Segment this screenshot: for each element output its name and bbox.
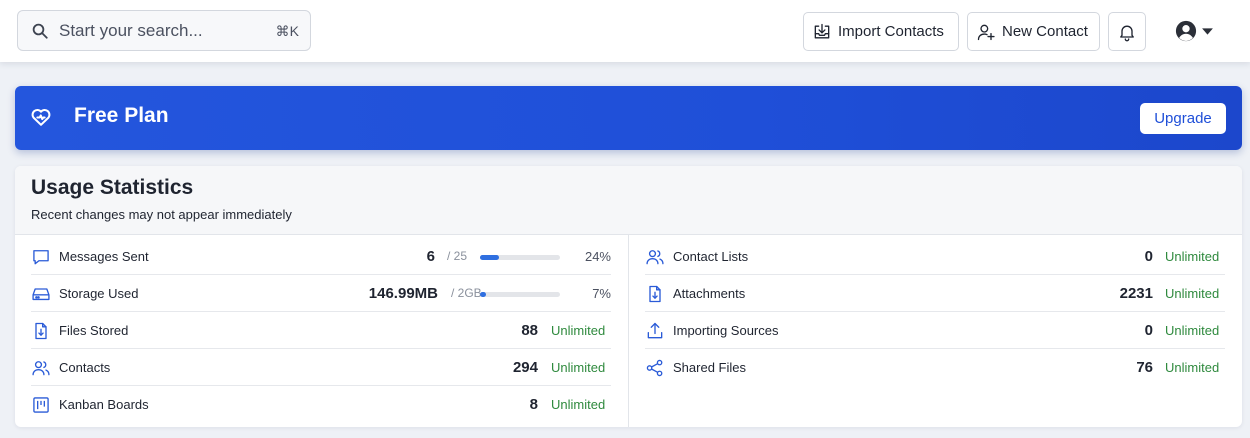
plan-banner: Free Plan Upgrade xyxy=(15,86,1242,150)
usage-max: / 25 xyxy=(447,249,468,263)
users-icon xyxy=(646,250,664,265)
usage-value: 88 xyxy=(521,322,538,339)
search-shortcut: ⌘K xyxy=(275,23,299,39)
usage-limit: Unlimited xyxy=(1165,323,1220,338)
card-title: Usage Statistics xyxy=(31,176,194,199)
usage-label: Shared Files xyxy=(673,360,746,375)
column-divider xyxy=(628,235,629,427)
usage-label: Kanban Boards xyxy=(59,397,149,412)
usage-row-messages-sent: Messages Sent 6 / 25 24% xyxy=(31,238,611,275)
search-placeholder: Start your search... xyxy=(59,21,203,40)
usage-row-files-stored: Files Stored 88 Unlimited xyxy=(31,312,611,349)
usage-percent: 7% xyxy=(592,286,611,301)
plan-title: Free Plan xyxy=(74,104,169,127)
usage-row-importing-sources: Importing Sources 0 Unlimited xyxy=(645,312,1225,349)
usage-progress-bar xyxy=(480,255,560,260)
usage-label: Contact Lists xyxy=(673,249,749,264)
add-user-icon xyxy=(976,22,996,42)
bell-icon xyxy=(1117,22,1137,42)
usage-limit: Unlimited xyxy=(1165,249,1220,264)
message-icon xyxy=(33,250,49,265)
search-icon xyxy=(32,23,48,39)
heart-icon xyxy=(31,109,51,126)
top-bar: Start your search... ⌘K Import Contacts … xyxy=(0,0,1250,62)
usage-left-column: Messages Sent 6 / 25 24% Storage Used 14… xyxy=(31,238,611,423)
new-contact-button[interactable]: New Contact xyxy=(967,12,1100,51)
usage-value: 0 xyxy=(1144,322,1153,339)
usage-progress-bar xyxy=(480,292,560,297)
usage-row-shared-files: Shared Files 76 Unlimited xyxy=(645,349,1225,386)
upgrade-button[interactable]: Upgrade xyxy=(1140,103,1226,134)
usage-limit: Unlimited xyxy=(551,397,606,412)
usage-value: 76 xyxy=(1136,359,1153,376)
usage-value: 0 xyxy=(1144,248,1153,265)
search-box[interactable]: Start your search... ⌘K xyxy=(17,10,311,51)
usage-row-attachments: Attachments 2231 Unlimited xyxy=(645,275,1225,312)
notifications-button[interactable] xyxy=(1108,12,1146,51)
usage-percent: 24% xyxy=(584,249,611,264)
storage-icon xyxy=(32,288,50,301)
usage-limit: Unlimited xyxy=(1165,360,1220,375)
file-download-icon xyxy=(35,322,47,340)
usage-row-kanban-boards: Kanban Boards 8 Unlimited xyxy=(31,386,611,423)
account-icon xyxy=(1175,20,1197,42)
import-icon xyxy=(812,22,832,42)
usage-row-contact-lists: Contact Lists 0 Unlimited xyxy=(645,238,1225,275)
usage-statistics-card: Usage Statistics Recent changes may not … xyxy=(15,166,1242,427)
file-download-icon xyxy=(649,285,661,303)
kanban-icon xyxy=(33,397,49,413)
card-header: Usage Statistics Recent changes may not … xyxy=(15,166,1242,235)
chevron-down-icon xyxy=(1202,27,1213,35)
usage-label: Files Stored xyxy=(59,323,129,338)
usage-value: 6 xyxy=(426,248,435,265)
users-icon xyxy=(32,361,50,376)
usage-label: Storage Used xyxy=(59,286,139,301)
usage-limit: Unlimited xyxy=(551,360,606,375)
usage-label: Contacts xyxy=(59,360,111,375)
usage-label: Importing Sources xyxy=(673,323,779,338)
usage-right-column: Contact Lists 0 Unlimited Attachments 22… xyxy=(645,238,1225,386)
usage-progress-fill xyxy=(480,292,486,297)
usage-limit: Unlimited xyxy=(551,323,606,338)
card-subtitle: Recent changes may not appear immediatel… xyxy=(31,207,292,222)
usage-label: Messages Sent xyxy=(59,249,149,264)
account-menu[interactable] xyxy=(1175,19,1219,43)
usage-max: / 2GB xyxy=(451,286,482,300)
usage-row-contacts: Contacts 294 Unlimited xyxy=(31,349,611,386)
share-icon xyxy=(646,359,663,377)
usage-progress-fill xyxy=(480,255,500,260)
upload-icon xyxy=(647,322,663,339)
usage-value: 8 xyxy=(529,396,538,413)
usage-value: 294 xyxy=(512,359,538,376)
usage-row-storage-used: Storage Used 146.99MB / 2GB 7% xyxy=(31,275,611,312)
new-contact-label: New Contact xyxy=(1002,23,1088,40)
import-contacts-label: Import Contacts xyxy=(838,23,944,40)
usage-label: Attachments xyxy=(673,286,746,301)
usage-limit: Unlimited xyxy=(1165,286,1220,301)
usage-value: 146.99MB xyxy=(368,285,438,302)
usage-value: 2231 xyxy=(1119,285,1153,302)
import-contacts-button[interactable]: Import Contacts xyxy=(803,12,959,51)
